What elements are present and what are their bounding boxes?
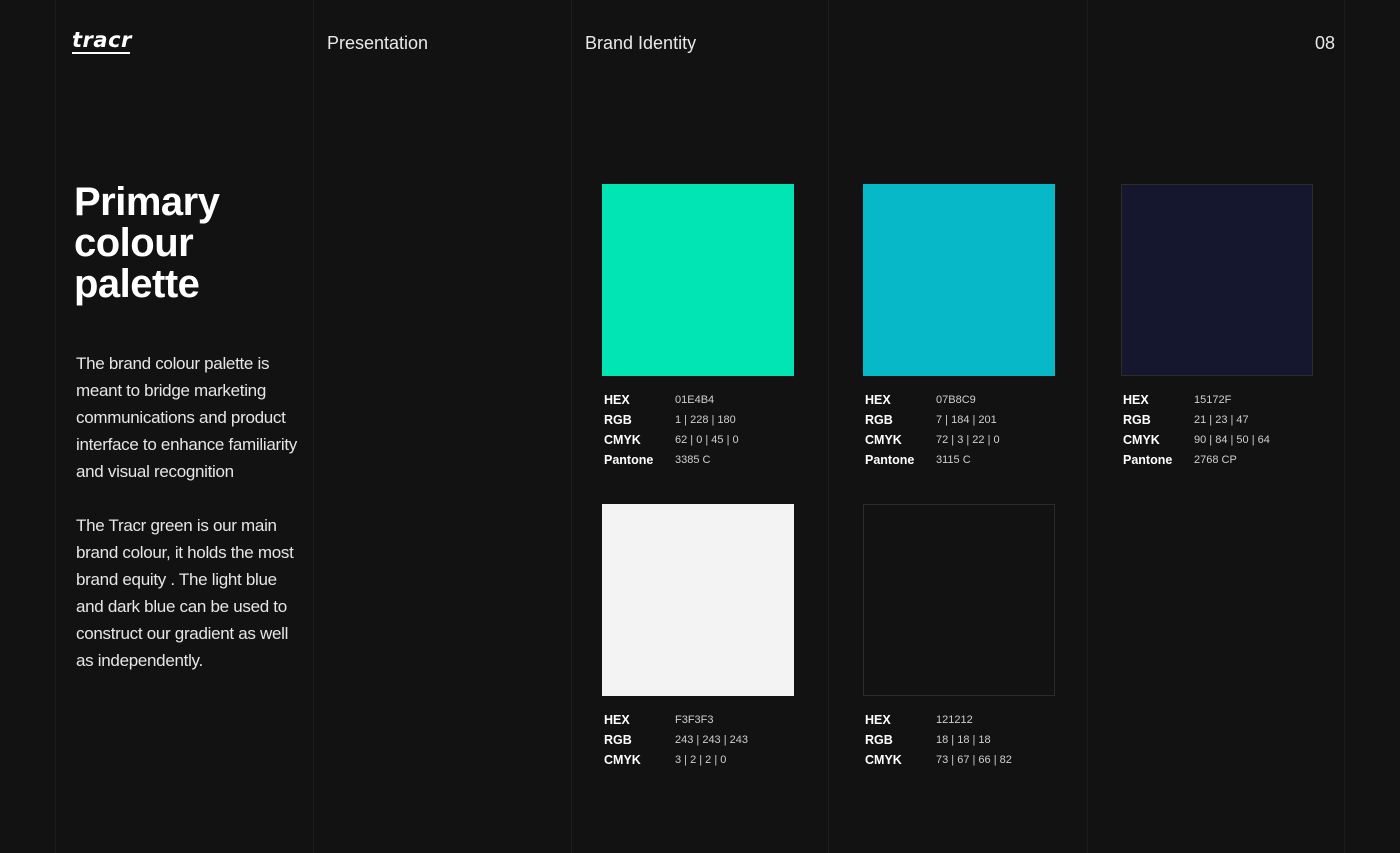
spec-row-hex: HEX 01E4B4 bbox=[604, 390, 796, 410]
title-line: colour bbox=[74, 221, 194, 265]
spec-row-pantone: Pantone 3115 C bbox=[865, 450, 1057, 470]
color-swatch bbox=[602, 184, 794, 376]
spec-label: CMYK bbox=[865, 753, 902, 767]
swatch-card-green: HEX 01E4B4 RGB 1 | 228 | 180 CMYK 62 | 0… bbox=[602, 184, 796, 470]
spec-row-hex: HEX 121212 bbox=[865, 710, 1057, 730]
page-number: 08 bbox=[1315, 33, 1336, 53]
spec-label: CMYK bbox=[1123, 433, 1160, 447]
grid-line bbox=[313, 0, 314, 853]
spec-label: HEX bbox=[865, 393, 891, 407]
spec-row-cmyk: CMYK 73 | 67 | 66 | 82 bbox=[865, 750, 1057, 770]
rgb-value: 1 | 228 | 180 bbox=[675, 414, 736, 426]
spec-row-hex: HEX 07B8C9 bbox=[865, 390, 1057, 410]
cmyk-value: 62 | 0 | 45 | 0 bbox=[675, 434, 739, 446]
color-specs: HEX 07B8C9 RGB 7 | 184 | 201 CMYK 72 | 3… bbox=[863, 390, 1057, 470]
spec-label: RGB bbox=[865, 413, 893, 427]
topic-label: Brand Identity bbox=[585, 33, 697, 53]
hex-value: 121212 bbox=[936, 714, 973, 726]
hex-value: F3F3F3 bbox=[675, 714, 714, 726]
spec-row-pantone: Pantone 2768 CP bbox=[1123, 450, 1315, 470]
spec-row-rgb: RGB 18 | 18 | 18 bbox=[865, 730, 1057, 750]
color-swatch bbox=[863, 184, 1055, 376]
color-swatch bbox=[1121, 184, 1313, 376]
spec-row-pantone: Pantone 3385 C bbox=[604, 450, 796, 470]
grid-line bbox=[828, 0, 829, 853]
spec-label: HEX bbox=[1123, 393, 1149, 407]
spec-label: RGB bbox=[604, 413, 632, 427]
grid-line bbox=[1344, 0, 1345, 853]
spec-label: CMYK bbox=[604, 433, 641, 447]
cmyk-value: 3 | 2 | 2 | 0 bbox=[675, 754, 727, 766]
rgb-value: 21 | 23 | 47 bbox=[1194, 414, 1249, 426]
color-specs: HEX 15172F RGB 21 | 23 | 47 CMYK 90 | 84… bbox=[1121, 390, 1315, 470]
spec-label: Pantone bbox=[865, 453, 915, 467]
spec-row-cmyk: CMYK 72 | 3 | 22 | 0 bbox=[865, 430, 1057, 450]
tracr-logo: tracr bbox=[72, 28, 132, 54]
color-specs: HEX 121212 RGB 18 | 18 | 18 CMYK 73 | 67… bbox=[863, 710, 1057, 770]
spec-row-rgb: RGB 21 | 23 | 47 bbox=[1123, 410, 1315, 430]
intro-paragraph: The Tracr green is our main brand colour… bbox=[76, 516, 294, 670]
color-specs: HEX F3F3F3 RGB 243 | 243 | 243 CMYK 3 | … bbox=[602, 710, 796, 770]
spec-label: Pantone bbox=[604, 453, 654, 467]
hex-value: 01E4B4 bbox=[675, 394, 715, 406]
hex-value: 15172F bbox=[1194, 394, 1232, 406]
color-swatch bbox=[602, 504, 794, 696]
grid-line bbox=[571, 0, 572, 853]
spec-label: HEX bbox=[604, 393, 630, 407]
spec-label: RGB bbox=[604, 733, 632, 747]
spec-label: HEX bbox=[604, 713, 630, 727]
logo-underline bbox=[72, 52, 130, 54]
color-swatch bbox=[863, 504, 1055, 696]
pantone-value: 2768 CP bbox=[1194, 454, 1237, 466]
cmyk-value: 90 | 84 | 50 | 64 bbox=[1194, 434, 1270, 446]
page-title: Primary colour palette bbox=[74, 182, 304, 305]
spec-label: CMYK bbox=[604, 753, 641, 767]
logo-text: tracr bbox=[72, 28, 132, 52]
spec-row-hex: HEX 15172F bbox=[1123, 390, 1315, 410]
cmyk-value: 73 | 67 | 66 | 82 bbox=[936, 754, 1012, 766]
swatch-card-black: HEX 121212 RGB 18 | 18 | 18 CMYK 73 | 67… bbox=[863, 504, 1057, 770]
spec-row-rgb: RGB 243 | 243 | 243 bbox=[604, 730, 796, 750]
rgb-value: 18 | 18 | 18 bbox=[936, 734, 991, 746]
spec-label: RGB bbox=[1123, 413, 1151, 427]
rgb-value: 243 | 243 | 243 bbox=[675, 734, 748, 746]
pantone-value: 3385 C bbox=[675, 454, 711, 466]
title-line: palette bbox=[74, 262, 200, 306]
spec-row-cmyk: CMYK 3 | 2 | 2 | 0 bbox=[604, 750, 796, 770]
title-line: Primary bbox=[74, 180, 220, 224]
spec-label: CMYK bbox=[865, 433, 902, 447]
spec-row-hex: HEX F3F3F3 bbox=[604, 710, 796, 730]
spec-row-cmyk: CMYK 62 | 0 | 45 | 0 bbox=[604, 430, 796, 450]
pantone-value: 3115 C bbox=[936, 454, 971, 466]
rgb-value: 7 | 184 | 201 bbox=[936, 414, 997, 426]
spec-row-cmyk: CMYK 90 | 84 | 50 | 64 bbox=[1123, 430, 1315, 450]
hex-value: 07B8C9 bbox=[936, 394, 976, 406]
swatch-card-light-grey: HEX F3F3F3 RGB 243 | 243 | 243 CMYK 3 | … bbox=[602, 504, 796, 770]
section-label: Presentation bbox=[327, 33, 429, 53]
spec-row-rgb: RGB 1 | 228 | 180 bbox=[604, 410, 796, 430]
intro-paragraph: The brand colour palette is meant to bri… bbox=[76, 354, 297, 481]
swatch-card-light-blue: HEX 07B8C9 RGB 7 | 184 | 201 CMYK 72 | 3… bbox=[863, 184, 1057, 470]
spec-label: HEX bbox=[865, 713, 891, 727]
cmyk-value: 72 | 3 | 22 | 0 bbox=[936, 434, 1000, 446]
grid-line bbox=[1087, 0, 1088, 853]
spec-label: Pantone bbox=[1123, 453, 1173, 467]
grid-line bbox=[55, 0, 56, 853]
swatch-card-dark-blue: HEX 15172F RGB 21 | 23 | 47 CMYK 90 | 84… bbox=[1121, 184, 1315, 470]
spec-label: RGB bbox=[865, 733, 893, 747]
spec-row-rgb: RGB 7 | 184 | 201 bbox=[865, 410, 1057, 430]
color-specs: HEX 01E4B4 RGB 1 | 228 | 180 CMYK 62 | 0… bbox=[602, 390, 796, 470]
